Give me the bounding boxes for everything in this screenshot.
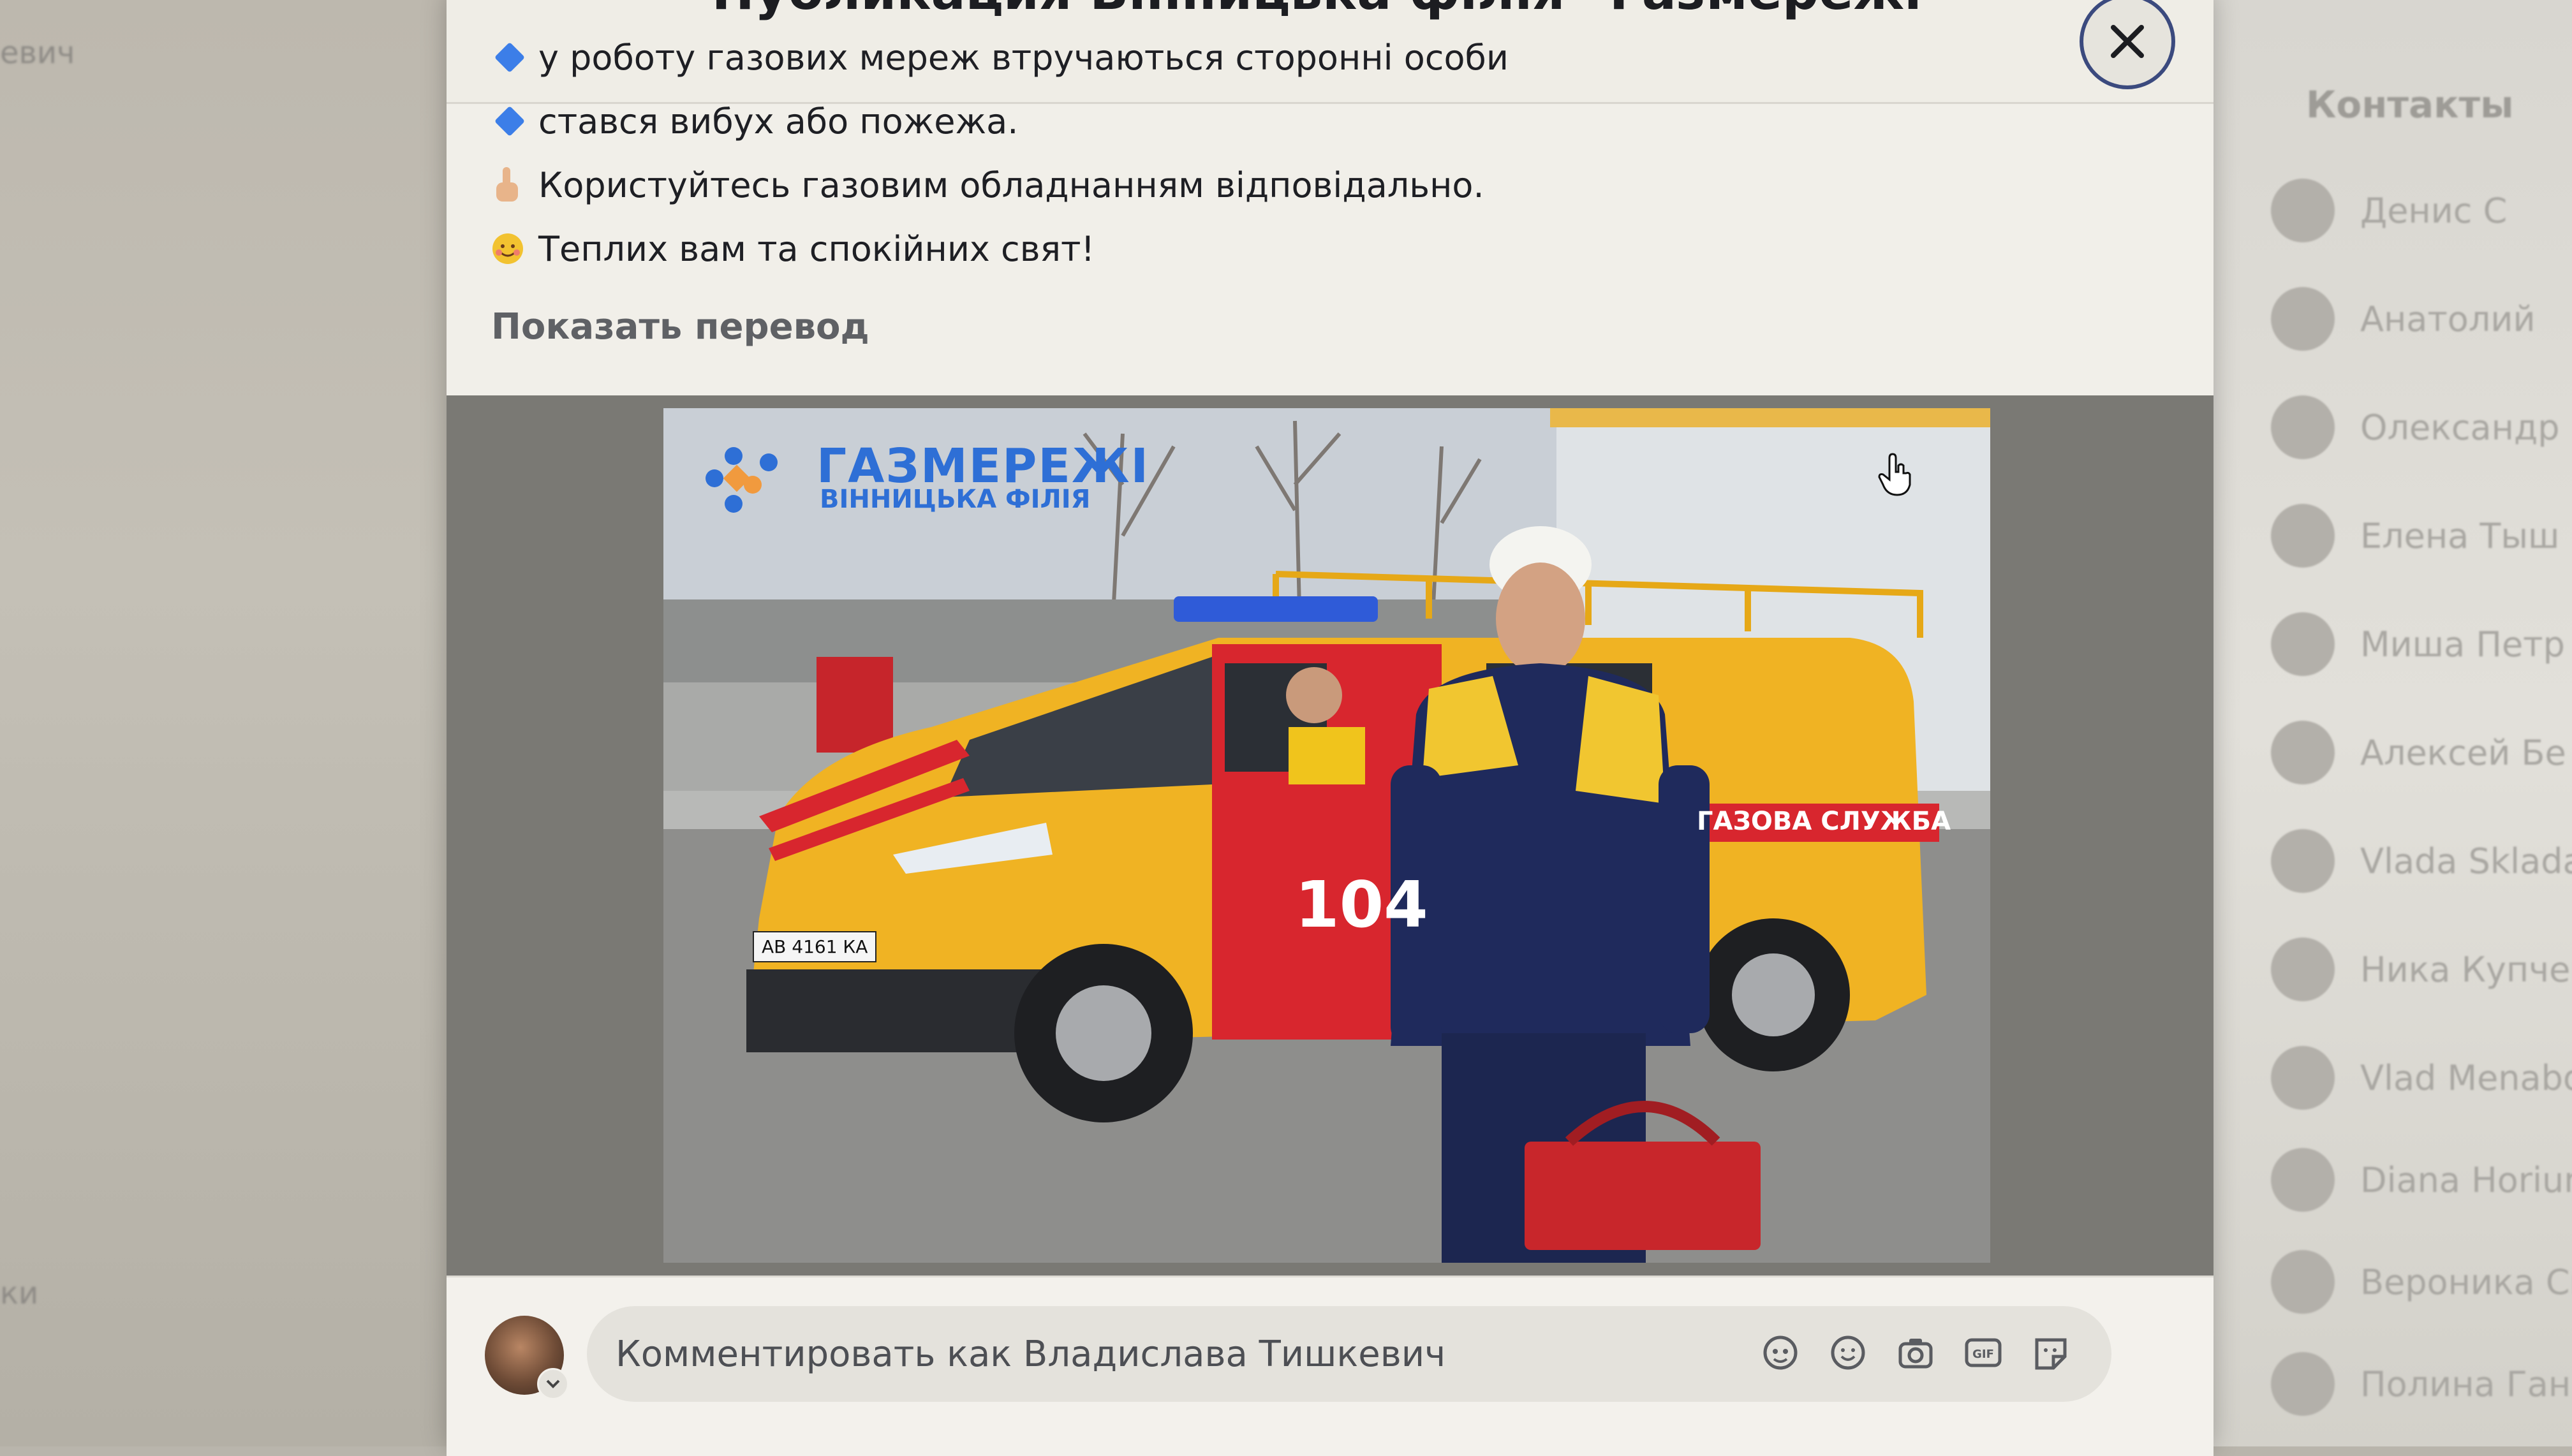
comment-placeholder: Комментировать как Владислава Тишкевич	[616, 1333, 1446, 1375]
avatar	[2271, 829, 2335, 893]
advice-line: Користуйтесь газовим обладнанням відпові…	[491, 153, 2118, 217]
show-translation-link[interactable]: Показать перевод	[491, 306, 2118, 348]
blue-diamond-icon	[494, 41, 526, 73]
comment-input[interactable]: Комментировать как Владислава Тишкевич G…	[587, 1306, 2111, 1402]
chevron-down-icon[interactable]	[537, 1368, 569, 1400]
contacts-title: Контакты	[2306, 83, 2514, 126]
contact-item[interactable]: Денис С	[2271, 172, 2507, 249]
contact-item[interactable]: Полина Ганне	[2271, 1346, 2572, 1422]
contact-name: Анатолий	[2360, 298, 2536, 339]
contact-item[interactable]: Олександр	[2271, 389, 2560, 466]
contact-name: Денис С	[2360, 190, 2508, 231]
avatar	[2271, 1352, 2335, 1416]
contact-name: Олександр	[2360, 407, 2560, 448]
bullet-text: стався вибух або пожежа.	[538, 101, 1019, 142]
modal-title: Публикация Вінницька філія "Газмережі"	[447, 0, 2214, 21]
van-label: ГАЗОВА СЛУЖБА	[1697, 807, 1951, 836]
avatar	[2271, 612, 2335, 676]
hand-cursor-icon	[1875, 453, 1914, 500]
emoji-icon[interactable]	[1826, 1330, 1870, 1375]
contact-name: Diana Horiun	[2360, 1159, 2572, 1200]
contact-name: Миша Петр	[2360, 624, 2565, 665]
background-feed: евич ки	[0, 0, 459, 1446]
sticker-icon[interactable]	[2029, 1330, 2073, 1375]
contact-item[interactable]: Vlada Sklada	[2271, 823, 2572, 899]
pointing-finger-icon	[491, 166, 524, 204]
blue-diamond-icon	[494, 105, 526, 137]
gif-icon[interactable]: GIF	[1961, 1330, 2006, 1375]
post-text: у роботу газових мереж втручаються сторо…	[491, 26, 2118, 348]
contact-name: Vlad Menabd	[2360, 1057, 2572, 1098]
contact-item[interactable]: Ника Купчен	[2271, 931, 2572, 1008]
avatar-sticker-icon[interactable]	[1758, 1330, 1803, 1375]
smiling-face-icon	[491, 232, 524, 265]
greeting-line: Теплих вам та спокійних свят!	[491, 217, 2118, 281]
list-item: у роботу газових мереж втручаються сторо…	[491, 26, 2118, 89]
contact-item[interactable]: Елена Тыш	[2271, 497, 2559, 574]
contact-name: Ника Купчен	[2360, 949, 2572, 990]
contact-item[interactable]: Миша Петр	[2271, 606, 2565, 682]
avatar	[2271, 287, 2335, 351]
advice-text: Користуйтесь газовим обладнанням відпові…	[538, 165, 1484, 205]
avatar	[2271, 504, 2335, 568]
post-photo[interactable]: ГАЗМЕРЕЖІ ВІННИЦЬКА ФІЛІЯ 104 ГАЗОВА СЛУ…	[663, 408, 1990, 1263]
contact-item[interactable]: Алексей Бе	[2271, 714, 2566, 791]
contact-item[interactable]: Vlad Menabd	[2271, 1040, 2572, 1116]
list-item: стався вибух або пожежа.	[491, 89, 2118, 153]
background-text: евич	[0, 35, 75, 71]
svg-text:GIF: GIF	[1972, 1348, 1994, 1361]
camera-icon[interactable]	[1893, 1330, 1938, 1375]
contact-name: Вероника См	[2360, 1261, 2572, 1302]
contact-item[interactable]: Вероника См	[2271, 1244, 2572, 1320]
license-plate: АВ 4161 КА	[753, 931, 877, 962]
contacts-sidebar: Контакты Денис С Анатолий Олександр Елен…	[2194, 0, 2572, 1446]
comment-bar: Комментировать как Владислава Тишкевич G…	[447, 1276, 2214, 1456]
avatar	[2271, 1046, 2335, 1110]
post-media: ГАЗМЕРЕЖІ ВІННИЦЬКА ФІЛІЯ 104 ГАЗОВА СЛУ…	[447, 395, 2214, 1276]
avatar	[2271, 721, 2335, 784]
logo-sub-text: ВІННИЦЬКА ФІЛІЯ	[820, 485, 1091, 514]
avatar	[2271, 1250, 2335, 1314]
greeting-text: Теплих вам та спокійних свят!	[538, 228, 1095, 269]
avatar[interactable]	[485, 1316, 569, 1400]
post-modal: Публикация Вінницька філія "Газмережі" у…	[447, 0, 2214, 1456]
avatar	[2271, 179, 2335, 242]
contact-item[interactable]: Анатолий	[2271, 281, 2536, 357]
contact-name: Полина Ганне	[2360, 1364, 2572, 1404]
contact-item[interactable]: Diana Horiun	[2271, 1142, 2572, 1218]
van-number: 104	[1295, 867, 1428, 942]
bullet-text: у роботу газових мереж втручаються сторо…	[538, 37, 1509, 78]
contact-name: Елена Тыш	[2360, 515, 2560, 556]
avatar	[2271, 938, 2335, 1001]
contact-name: Vlada Sklada	[2360, 841, 2572, 881]
avatar	[2271, 1148, 2335, 1212]
contact-name: Алексей Бе	[2360, 732, 2566, 773]
avatar	[2271, 395, 2335, 459]
background-text: ки	[0, 1276, 39, 1311]
